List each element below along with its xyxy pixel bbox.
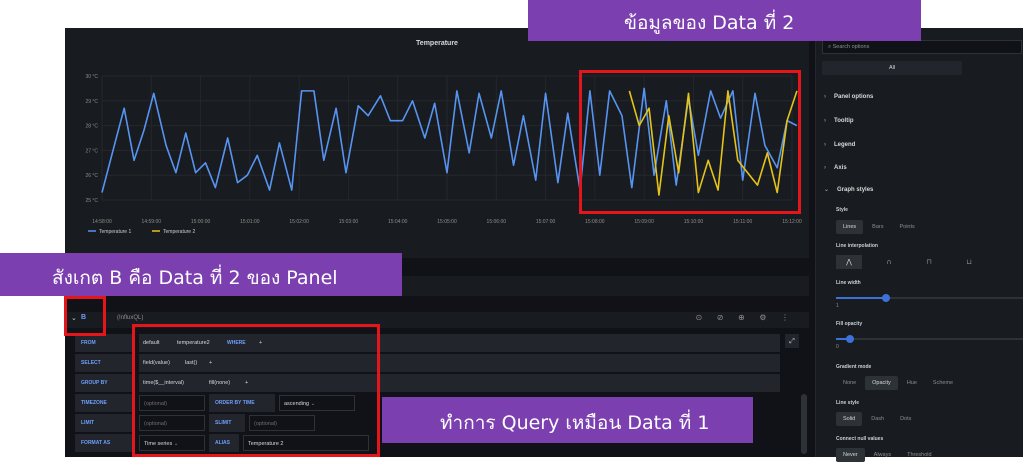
slider-handle[interactable] (846, 335, 854, 343)
style-option-points[interactable]: Points (892, 220, 921, 234)
tab-all[interactable]: All (822, 61, 962, 75)
section-graph-styles[interactable]: ⌄ Graph styles (824, 186, 873, 193)
gradient-radio-group: None Opacity Hue Scheme (836, 376, 960, 390)
x-tick-label: 15:05:00 (437, 219, 457, 225)
x-tick-label: 14:58:00 (92, 219, 112, 225)
x-tick-label: 15:06:00 (487, 219, 507, 225)
line-width-value: 1 (836, 303, 839, 309)
gradient-option-hue[interactable]: Hue (900, 376, 924, 390)
interpolation-label: Line interpolation (836, 243, 878, 249)
interpolation-icon-2[interactable]: ∩ (876, 255, 902, 269)
connect-null-radio-group: Never Always Threshold (836, 448, 939, 462)
line-style-option-solid[interactable]: Solid (836, 412, 863, 426)
connect-option-never[interactable]: Never (836, 448, 865, 462)
x-tick-label: 15:01:00 (240, 219, 260, 225)
gradient-option-opacity[interactable]: Opacity (865, 376, 898, 390)
x-tick-label: 15:11:00 (733, 219, 752, 225)
panel-title: Temperature (416, 40, 458, 47)
callout-query-same: ทำการ Query เหมือน Data ที่ 1 (382, 397, 753, 443)
y-tick-label: 30 °C (85, 74, 98, 80)
x-tick-label: 14:59:00 (142, 219, 162, 225)
line-style-option-dash[interactable]: Dash (864, 412, 891, 426)
chevron-right-icon: › (824, 142, 826, 148)
query-actions-icons[interactable]: ⊙ ⊘ ⊕ ⚙ ⋮ (696, 313, 795, 322)
legend-label: Temperature 2 (163, 229, 195, 235)
from-label: FROM (75, 334, 135, 352)
chevron-right-icon: › (824, 118, 826, 124)
style-option-bars[interactable]: Bars (865, 220, 890, 234)
line-width-label: Line width (836, 280, 861, 286)
connect-option-threshold[interactable]: Threshold (900, 448, 938, 462)
chevron-right-icon: › (824, 94, 826, 100)
options-sidebar: ⌕ Search options All › Panel options › Too… (815, 28, 1023, 462)
search-icon: ⌕ (828, 44, 832, 50)
fill-opacity-label: Fill opacity (836, 321, 863, 327)
style-radio-group: Lines Bars Points (836, 220, 922, 234)
line-style-label: Line style (836, 400, 860, 406)
select-label: SELECT (75, 354, 135, 372)
slider-handle[interactable] (882, 294, 890, 302)
chevron-down-icon: ⌄ (824, 187, 830, 193)
gradient-option-scheme[interactable]: Scheme (926, 376, 960, 390)
callout-query-letter: สังเกต B คือ Data ที่ 2 ของ Panel (0, 253, 402, 296)
highlight-box-letter (64, 296, 106, 336)
x-tick-label: 15:07:00 (536, 219, 556, 225)
interpolation-icon-4[interactable]: ⊔ (956, 255, 982, 269)
y-tick-label: 29 °C (85, 99, 98, 105)
fill-opacity-value: 0 (836, 344, 839, 350)
gradient-mode-label: Gradient mode (836, 364, 872, 370)
format-as-label: FORMAT AS (75, 434, 135, 452)
x-tick-label: 15:00:00 (191, 219, 211, 225)
x-tick-label: 15:08:00 (585, 219, 605, 225)
y-tick-label: 25 °C (85, 198, 98, 204)
group-by-label: GROUP BY (75, 374, 135, 392)
y-tick-label: 26 °C (85, 173, 98, 179)
callout-data2: ข้อมูลของ Data ที่ 2 (528, 0, 921, 41)
chevron-right-icon: › (824, 165, 826, 171)
section-tooltip[interactable]: › Tooltip (824, 118, 854, 124)
query-datasource: (InfluxQL) (117, 315, 144, 321)
highlight-box-query (132, 324, 380, 457)
section-panel-options[interactable]: › Panel options (824, 94, 873, 100)
y-tick-label: 27 °C (85, 148, 98, 154)
interpolation-icon-1[interactable]: ⋀ (836, 255, 862, 269)
highlight-box-data2 (579, 70, 801, 214)
legend-label: Temperature 1 (99, 229, 131, 235)
editor-scrollbar[interactable] (801, 394, 807, 454)
connect-null-label: Connect null values (836, 436, 884, 442)
section-axis[interactable]: › Axis (824, 165, 847, 171)
timezone-label: TIMEZONE (75, 394, 135, 412)
gradient-option-none[interactable]: None (836, 376, 863, 390)
x-tick-label: 15:03:00 (339, 219, 359, 225)
interpolation-icon-3[interactable]: ⊓ (916, 255, 942, 269)
x-tick-label: 15:04:00 (388, 219, 408, 225)
section-legend[interactable]: › Legend (824, 142, 855, 148)
x-tick-label: 15:10:00 (684, 219, 704, 225)
y-tick-label: 28 °C (85, 124, 98, 130)
x-tick-label: 15:02:00 (289, 219, 309, 225)
style-label: Style (836, 207, 848, 213)
fill-opacity-slider[interactable] (836, 335, 1023, 343)
x-tick-label: 15:09:00 (634, 219, 654, 225)
connect-option-always[interactable]: Always (867, 448, 898, 462)
expand-editor-icon[interactable]: ⤢ (785, 334, 799, 348)
line-style-radio-group: Solid Dash Dots (836, 412, 918, 426)
search-options-input[interactable]: ⌕ Search options (822, 40, 1022, 54)
limit-label: LIMIT (75, 414, 135, 432)
line-style-option-dots[interactable]: Dots (893, 412, 918, 426)
line-width-slider[interactable] (836, 294, 1023, 302)
interpolation-radio-group: ⋀ ∩ ⊓ ⊔ (836, 255, 982, 269)
style-option-lines[interactable]: Lines (836, 220, 864, 234)
x-tick-label: 15:12:00 (782, 219, 802, 225)
